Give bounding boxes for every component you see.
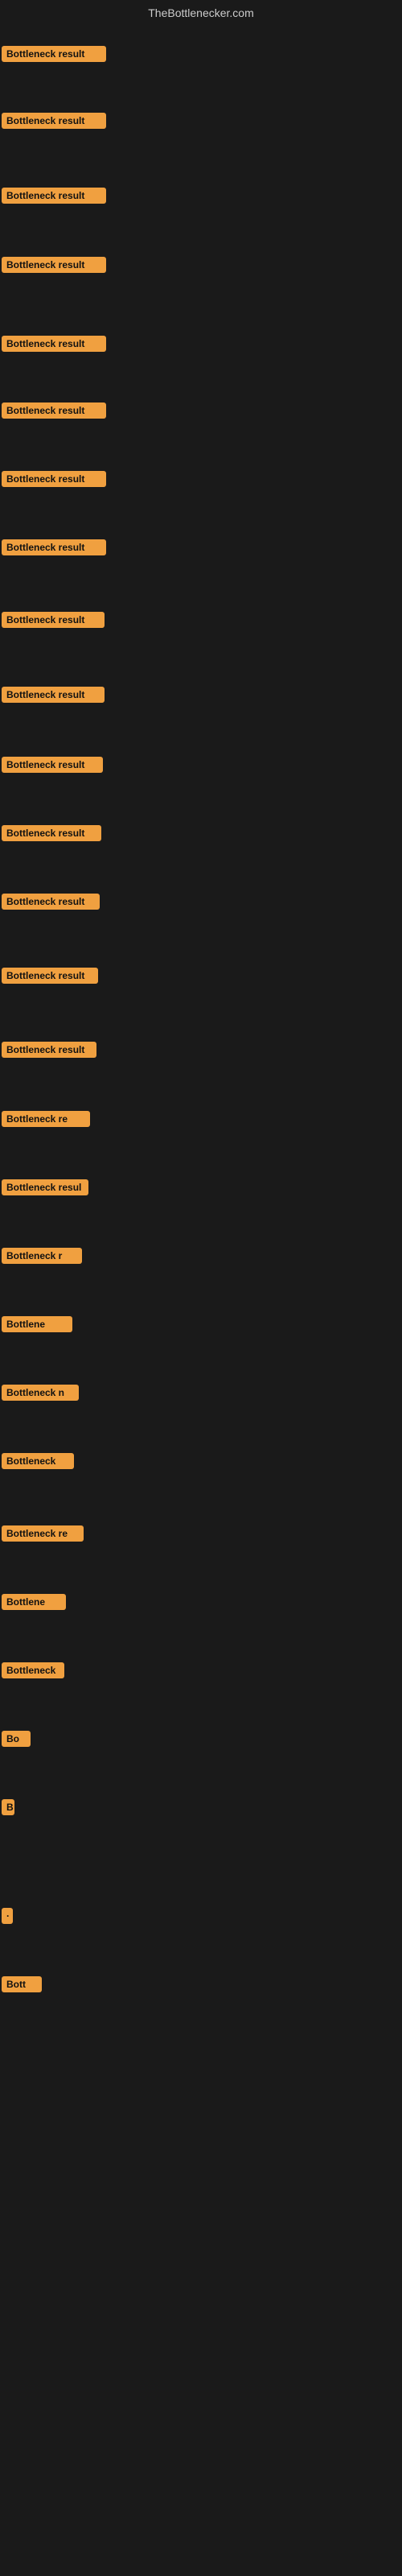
- bottleneck-result-label[interactable]: Bott: [2, 1976, 42, 1992]
- bottleneck-result-label[interactable]: Bottleneck result: [2, 471, 106, 487]
- bottleneck-result-label[interactable]: Bottleneck result: [2, 825, 101, 841]
- site-title: TheBottlenecker.com: [0, 6, 402, 19]
- bottleneck-result-label[interactable]: Bottleneck re: [2, 1525, 84, 1542]
- bottleneck-result-label[interactable]: Bottleneck r: [2, 1248, 82, 1264]
- bottleneck-result-label[interactable]: Bo: [2, 1731, 31, 1747]
- bottleneck-result-label[interactable]: Bottleneck result: [2, 894, 100, 910]
- bottleneck-result-label[interactable]: Bottleneck result: [2, 257, 106, 273]
- bottleneck-result-label[interactable]: Bottlene: [2, 1316, 72, 1332]
- bottleneck-result-label[interactable]: Bottleneck resul: [2, 1179, 88, 1195]
- bottleneck-result-label[interactable]: Bottleneck result: [2, 113, 106, 129]
- bottleneck-result-label[interactable]: Bottleneck result: [2, 46, 106, 62]
- bottleneck-result-label[interactable]: Bottleneck result: [2, 402, 106, 419]
- bottleneck-result-label[interactable]: Bottleneck result: [2, 687, 105, 703]
- bottleneck-result-label[interactable]: Bottleneck result: [2, 612, 105, 628]
- bottleneck-result-label[interactable]: Bottleneck n: [2, 1385, 79, 1401]
- bottleneck-result-label[interactable]: Bottleneck: [2, 1662, 64, 1678]
- bottleneck-result-label[interactable]: Bottleneck result: [2, 1042, 96, 1058]
- bottleneck-result-label[interactable]: Bottleneck result: [2, 968, 98, 984]
- bottleneck-result-label[interactable]: Bottleneck result: [2, 336, 106, 352]
- bottleneck-result-label[interactable]: Bottleneck re: [2, 1111, 90, 1127]
- bottleneck-result-label[interactable]: ·: [2, 1908, 13, 1924]
- bottleneck-result-label[interactable]: Bottleneck result: [2, 188, 106, 204]
- bottleneck-result-label[interactable]: Bottleneck result: [2, 539, 106, 555]
- bottleneck-result-label[interactable]: Bottleneck: [2, 1453, 74, 1469]
- bottleneck-result-label[interactable]: Bottlene: [2, 1594, 66, 1610]
- bottleneck-result-label[interactable]: B: [2, 1799, 14, 1815]
- bottleneck-result-label[interactable]: Bottleneck result: [2, 757, 103, 773]
